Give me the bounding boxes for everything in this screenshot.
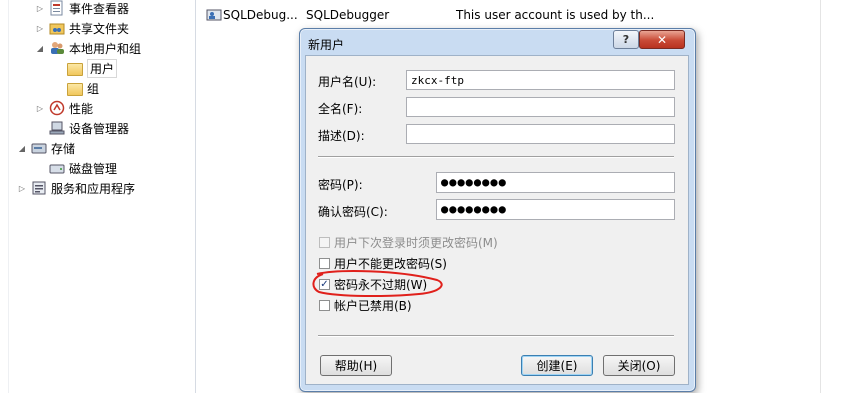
tree-item-label: 事件查看器 [69,1,130,16]
tree-item-device-manager[interactable]: 设备管理器 [49,118,129,138]
password-label: 密码(P): [318,178,363,192]
tree-item-label: 磁盘管理 [69,161,118,176]
tree-item-event-viewer[interactable]: ▷ 事件查看器 [34,0,129,18]
tree-item-disk-management[interactable]: 磁盘管理 [49,158,117,178]
list-cell-full-name: SQLDebugger [306,8,390,22]
collapse-arrow-icon[interactable]: ◢ [34,42,46,54]
confirm-password-field[interactable]: ●●●●●●●● [436,199,675,220]
actions-pane-edge [820,0,853,393]
list-cell-description: This user account is used by th... [456,8,655,22]
tree-item-label: 用户 [87,58,118,78]
tree-item-users[interactable]: 用户 [67,58,118,78]
local-users-groups-icon [49,40,65,56]
checkbox-label: 用户下次登录时须更改密码(M) [334,236,498,250]
tree-item-label: 组 [87,81,100,96]
description-label: 描述(D): [318,129,365,143]
folder-icon [67,60,83,76]
username-label: 用户名(U): [318,75,377,89]
event-viewer-icon [49,0,65,16]
folder-icon [67,80,83,96]
expand-arrow-icon[interactable]: ▷ [34,102,46,114]
tree-item-label: 服务和应用程序 [51,181,136,196]
must-change-password-checkbox[interactable]: 用户下次登录时须更改密码(M) [319,234,498,251]
expand-arrow-icon[interactable]: ▷ [16,182,28,194]
fullname-field[interactable] [406,97,675,117]
performance-icon [49,100,65,116]
dialog-title: 新用户 [308,38,345,52]
confirm-password-label: 确认密码(C): [318,205,388,219]
separator [318,156,674,158]
shared-folders-icon [49,20,65,36]
title-close-button[interactable]: ✕ [639,30,685,49]
tree-item-shared-folders[interactable]: ▷ 共享文件夹 [34,18,129,38]
expand-arrow-icon[interactable]: ▷ [34,22,46,34]
collapse-arrow-icon[interactable]: ◢ [16,142,28,154]
password-field[interactable]: ●●●●●●●● [436,172,675,193]
close-button[interactable]: 关闭(O) [603,355,675,376]
storage-icon [31,140,47,156]
username-field[interactable] [406,70,675,90]
tree-item-local-users-groups[interactable]: ◢ 本地用户和组 [34,38,141,58]
fullname-label: 全名(F): [318,102,363,116]
tree-item-label: 本地用户和组 [69,41,142,56]
help-icon: ? [622,33,630,46]
tree-item-label: 共享文件夹 [69,21,130,36]
close-icon: ✕ [656,32,668,47]
tree-item-performance[interactable]: ▷ 性能 [34,98,93,118]
description-field[interactable] [406,124,675,144]
tree-item-label: 存储 [51,141,76,156]
checkbox-box[interactable] [319,237,330,248]
title-help-button[interactable]: ? [613,30,639,49]
create-button[interactable]: 创建(E) [521,355,593,376]
disk-management-icon [49,160,65,176]
device-manager-icon [49,120,65,136]
separator [318,335,674,337]
console-tree: ▷ 事件查看器 ▷ 共享文件夹 ◢ 本地用户和组 用户 组 ▷ 性能 设备管理器… [0,0,196,393]
user-account-icon [206,7,222,23]
services-apps-icon [31,180,47,196]
help-button[interactable]: 帮助(H) [320,355,392,376]
tree-item-label: 性能 [69,101,94,116]
list-cell-name: SQLDebug... [223,8,298,22]
tree-item-groups[interactable]: 组 [67,78,99,98]
tree-item-storage[interactable]: ◢ 存储 [16,138,75,158]
tree-item-services-apps[interactable]: ▷ 服务和应用程序 [16,178,135,198]
tree-item-label: 设备管理器 [69,121,130,136]
red-annotation-ellipse [312,270,443,298]
expand-arrow-icon[interactable]: ▷ [34,2,46,14]
